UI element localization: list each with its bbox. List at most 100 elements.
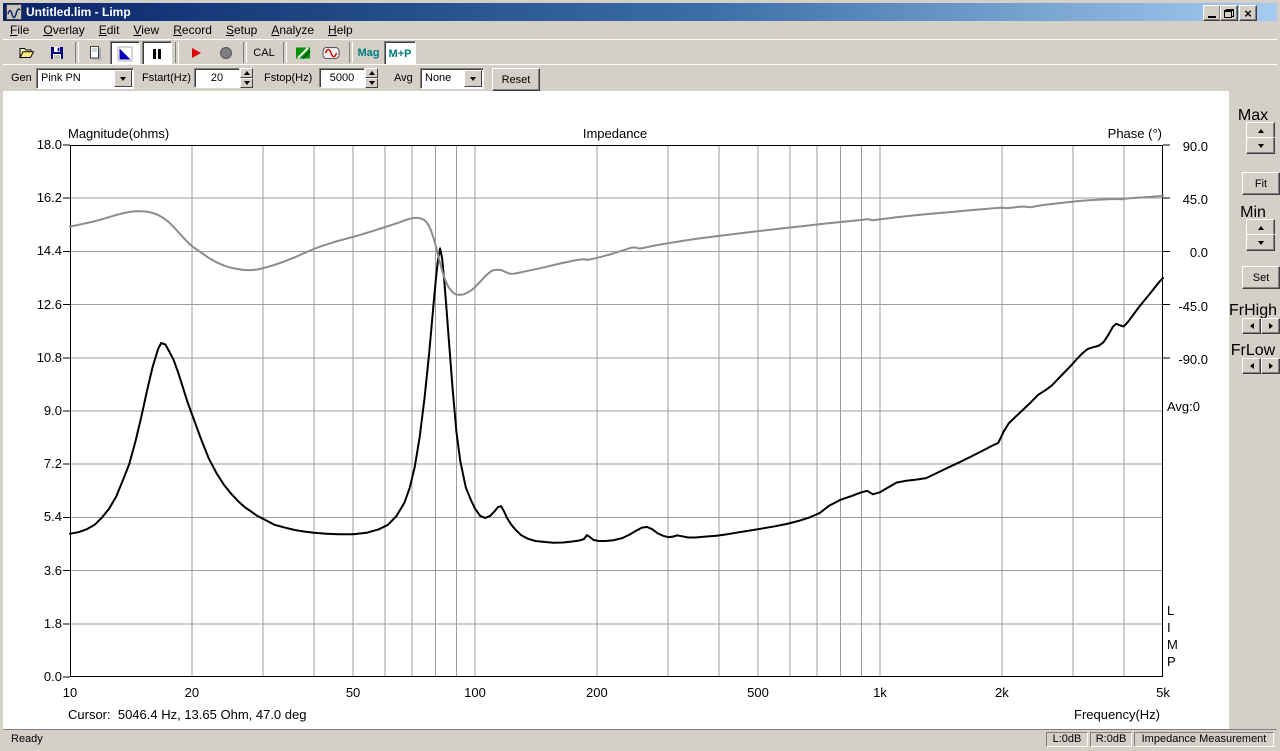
cursor-readout: Cursor: 5046.4 Hz, 13.65 Ohm, 47.0 deg [68,707,307,722]
restore-icon [1224,8,1234,18]
phase-tick-label: 45.0 [1182,192,1208,208]
pause-icon [153,48,161,59]
fstop-input[interactable]: 5000 [319,68,365,88]
phase-tick-label: 90.0 [1182,139,1208,154]
spin-down-button[interactable] [365,78,378,88]
set-button[interactable]: Set [1242,266,1280,289]
toolbar-separator [349,42,353,63]
chevron-down-icon[interactable] [464,70,482,87]
magnitude-tick-label: 14.4 [36,243,62,259]
close-button[interactable]: × [1239,5,1257,21]
status-text: Ready [11,733,43,745]
phase-tick-label: -90.0 [1178,351,1208,367]
mag-phase-view-button[interactable]: M+P [384,41,416,66]
min-down-button[interactable] [1246,234,1275,251]
mag-view-button[interactable]: Mag [355,41,382,64]
frequency-tick-label: 100 [464,685,486,700]
frequency-tick-label: 50 [345,685,361,700]
menu-item-help[interactable]: Help [321,21,360,39]
menu-item-record[interactable]: Record [166,21,219,39]
menu-item-edit[interactable]: Edit [92,21,127,39]
frhigh-left-button[interactable] [1242,318,1261,334]
spin-down-button[interactable] [240,78,253,88]
menu-item-file[interactable]: File [3,21,36,39]
frlow-right-button[interactable] [1261,358,1280,374]
spin-up-button[interactable] [240,68,253,78]
toolbar: CAL Mag M+P [3,39,1277,66]
down-arrow-icon [1257,143,1264,148]
restore-button[interactable] [1220,5,1238,21]
minimize-icon [1208,16,1216,18]
magnitude-tick-label: 9.0 [43,403,62,418]
frequency-tick-label: 200 [586,685,608,700]
open-folder-icon [19,47,35,58]
toolbar-separator [243,42,247,63]
app-icon[interactable] [6,4,22,20]
chart-title: Impedance [582,126,648,141]
overlay-button[interactable] [289,41,316,64]
generator-button[interactable] [317,41,345,64]
impedance-plot[interactable] [63,144,1170,678]
frequency-axis-title: Frequency(Hz) [1074,707,1160,722]
limp-watermark-letter: M [1167,637,1178,652]
spin-up-button[interactable] [365,68,378,78]
status-bar: Ready L:0dB R:0dB Impedance Measurement [3,729,1277,749]
window-title: Untitled.lim - Limp [26,5,131,19]
chevron-down-icon[interactable] [114,70,132,87]
reset-button[interactable]: Reset [492,68,540,91]
frequency-tick-label: 500 [747,685,769,700]
copy-button[interactable] [81,41,108,64]
record-button[interactable] [212,41,239,64]
pause-button[interactable] [142,41,172,66]
play-button[interactable] [182,41,209,64]
up-arrow-icon [1257,225,1264,230]
menu-item-setup[interactable]: Setup [219,21,264,39]
magnitude-tick-label: 5.4 [43,509,62,525]
frequency-tick-label: 1k [873,685,887,700]
frhigh-right-button[interactable] [1261,318,1280,334]
mag-phase-button-label: M+P [388,47,412,60]
magnitude-tick-label: 18.0 [36,137,62,152]
fit-button[interactable]: Fit [1242,172,1280,195]
fit-scale-button[interactable] [110,41,140,66]
title-bar[interactable]: Untitled.lim - Limp × [3,3,1277,21]
frequency-tick-label: 5k [1156,685,1170,700]
open-file-button[interactable] [13,41,40,64]
close-icon: × [1244,5,1252,21]
left-level-indicator: L:0dB [1046,732,1088,747]
generator-select[interactable]: Pink PN [36,68,134,89]
avg-select-value: None [425,72,452,84]
limp-watermark-letter: I [1167,620,1171,635]
gen-label: Gen [11,72,32,84]
right-arrow-icon [1268,323,1273,329]
save-file-button[interactable] [43,41,70,64]
magnitude-tick-label: 16.2 [36,190,62,206]
fstop-stepper [365,68,378,88]
menu-item-overlay[interactable]: Overlay [36,21,91,39]
mode-indicator: Impedance Measurement [1134,732,1274,747]
magnitude-tick-label: 12.6 [36,296,62,312]
limp-watermark-letter: P [1167,654,1176,669]
magnitude-tick-label: 10.8 [36,349,62,365]
set-button-label: Set [1252,271,1270,284]
magnitude-tick-label: 1.8 [43,615,62,631]
menu-bar: File Overlay Edit View Record Setup Analyze Hel… [3,21,1277,39]
app-window: Untitled.lim - Limp × File Overlay Edit Vie… [0,0,1280,751]
menu-item-view[interactable]: View [126,21,166,39]
magnitude-axis-title: Magnitude(ohms) [68,126,170,141]
max-down-button[interactable] [1246,137,1275,154]
minimize-button[interactable] [1203,5,1221,21]
phase-axis-title: Phase (°) [1107,126,1162,141]
frlow-left-button[interactable] [1242,358,1261,374]
left-arrow-icon [1249,363,1254,369]
frequency-tick-label: 10 [62,685,78,700]
play-icon [191,47,201,58]
phase-tick-label: 0.0 [1189,245,1208,261]
fit-button-label: Fit [1254,177,1268,190]
frequency-tick-label: 20 [184,685,200,700]
avg-select[interactable]: None [420,68,484,89]
right-arrow-icon [1268,363,1273,369]
menu-item-analyze[interactable]: Analyze [264,21,321,39]
fstart-input[interactable]: 20 [194,68,240,88]
cal-button[interactable]: CAL [249,41,279,64]
